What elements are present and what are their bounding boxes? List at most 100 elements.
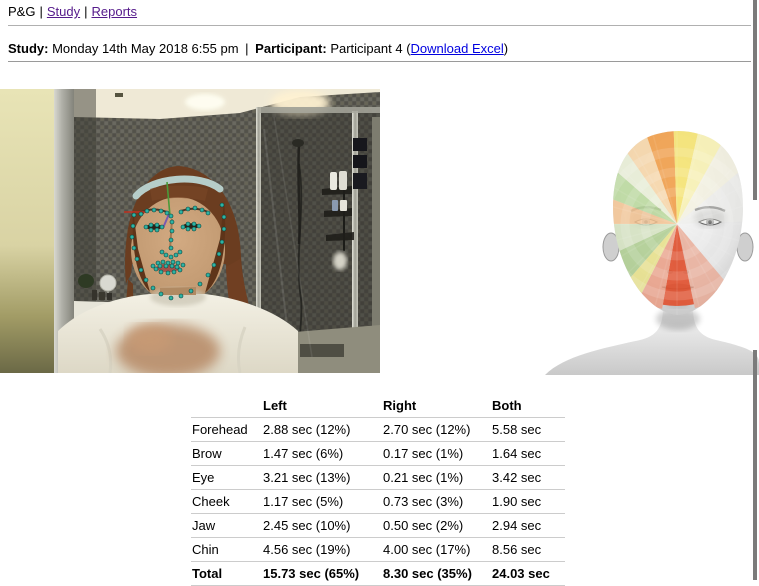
header-left: Left: [262, 394, 382, 418]
cell-both: 5.58 sec: [491, 418, 565, 442]
nav-separator: |: [39, 4, 42, 19]
row-label: Brow: [191, 442, 262, 466]
tracking-dot: [186, 207, 190, 211]
brand-label: P&G: [8, 4, 35, 19]
tracking-dot: [149, 228, 153, 232]
tracking-dot: [222, 227, 226, 231]
tracking-dot: [160, 225, 164, 229]
cell-right: 0.21 sec (1%): [382, 466, 491, 490]
tracking-dot: [135, 257, 139, 261]
round-mirror: [100, 275, 116, 291]
tracking-dot: [189, 289, 193, 293]
tracking-dot: [152, 208, 156, 212]
cell-left: 2.88 sec (12%): [262, 418, 382, 442]
tracking-dot: [169, 214, 173, 218]
tracking-dot: [178, 250, 182, 254]
table-total-row: Total 15.73 sec (65%) 8.30 sec (35%) 24.…: [191, 562, 565, 586]
table-header-row: Left Right Both: [191, 394, 565, 418]
shower-head: [292, 139, 304, 147]
row-label: Jaw: [191, 514, 262, 538]
cell-left: 1.47 sec (6%): [262, 442, 382, 466]
cell-both: 24.03 sec: [491, 562, 565, 586]
tracking-dot: [193, 206, 197, 210]
tracking-dot: [197, 224, 201, 228]
cell-right: 0.73 sec (3%): [382, 490, 491, 514]
study-label: Study:: [8, 41, 48, 56]
header-both: Both: [491, 394, 565, 418]
cell-right: 0.17 sec (1%): [382, 442, 491, 466]
shower-niche: [353, 138, 367, 151]
tracking-dot: [164, 253, 168, 257]
cell-both: 1.90 sec: [491, 490, 565, 514]
tracking-dot: [200, 208, 204, 212]
table-row: Jaw 2.45 sec (10%) 0.50 sec (2%) 2.94 se…: [191, 514, 565, 538]
tracking-dot: [192, 222, 196, 226]
cell-both: 3.42 sec: [491, 466, 565, 490]
counter-bottle: [99, 292, 105, 300]
table-row: Brow 1.47 sec (6%) 0.17 sec (1%) 1.64 se…: [191, 442, 565, 466]
gaze-duration-table: Left Right Both Forehead 2.88 sec (12%) …: [191, 394, 565, 586]
left-wall: [0, 89, 54, 373]
cell-right: 4.00 sec (17%): [382, 538, 491, 562]
tracking-dot: [179, 210, 183, 214]
row-label: Cheek: [191, 490, 262, 514]
tracking-dot: [181, 263, 185, 267]
tracking-dot: [186, 227, 190, 231]
tracking-dot: [222, 215, 226, 219]
tracking-dot: [159, 292, 163, 296]
scrollbar[interactable]: [753, 0, 757, 200]
tracking-dot: [139, 268, 143, 272]
counter-bottle: [107, 293, 112, 300]
tracking-dot: [164, 264, 168, 268]
tracking-dot: [172, 270, 176, 274]
cell-left: 4.56 sec (19%): [262, 538, 382, 562]
floor-mat: [300, 344, 344, 357]
scrollbar[interactable]: [753, 350, 757, 580]
table-row: Cheek 1.17 sec (5%) 0.73 sec (3%) 1.90 s…: [191, 490, 565, 514]
tracking-dot: [132, 213, 136, 217]
tracking-dot: [144, 278, 148, 282]
divider: [8, 25, 751, 26]
tracking-dot: [170, 229, 174, 233]
nav-link-reports[interactable]: Reports: [92, 4, 138, 19]
row-label: Eye: [191, 466, 262, 490]
ceiling-light: [185, 94, 225, 110]
tracking-dot: [159, 270, 163, 274]
ceiling-vent: [115, 93, 123, 97]
counter-bottle: [92, 290, 97, 300]
participant-label: Participant:: [255, 41, 327, 56]
tracking-dot: [206, 211, 210, 215]
shampoo-bottle: [330, 172, 337, 190]
top-nav: P&G|Study|Reports: [8, 4, 137, 19]
tracking-dot: [175, 265, 179, 269]
tracking-dot: [170, 220, 174, 224]
divider: [8, 61, 751, 62]
row-label: Total: [191, 562, 262, 586]
study-bar: Study: Monday 14th May 2018 6:55 pm | Pa…: [8, 41, 508, 56]
nav-link-study[interactable]: Study: [47, 4, 80, 19]
tracking-dot: [139, 212, 143, 216]
tracking-dot: [169, 238, 173, 242]
paren-close: ): [504, 41, 508, 56]
header-right: Right: [382, 394, 491, 418]
cell-both: 8.56 sec: [491, 538, 565, 562]
study-value: Monday 14th May 2018 6:55 pm: [52, 41, 238, 56]
tracking-dot: [179, 294, 183, 298]
shower-niche: [353, 173, 367, 189]
attention-heatmap-wedges: [573, 120, 759, 328]
tracking-dot: [186, 222, 190, 226]
download-excel-link[interactable]: Download Excel: [411, 41, 504, 56]
shower-niche: [353, 155, 367, 168]
tracking-dot: [155, 223, 159, 227]
tracking-dot: [171, 260, 175, 264]
cell-left: 3.21 sec (13%): [262, 466, 382, 490]
tracking-dot: [170, 264, 174, 268]
tracking-dot: [176, 261, 180, 265]
left-eye: [146, 224, 162, 230]
tracking-dot: [220, 240, 224, 244]
tracking-dot: [144, 225, 148, 229]
tracking-dot: [160, 250, 164, 254]
tracking-dot: [181, 225, 185, 229]
study-separator: |: [245, 41, 248, 56]
face-model-heatmap-image: [535, 105, 759, 375]
